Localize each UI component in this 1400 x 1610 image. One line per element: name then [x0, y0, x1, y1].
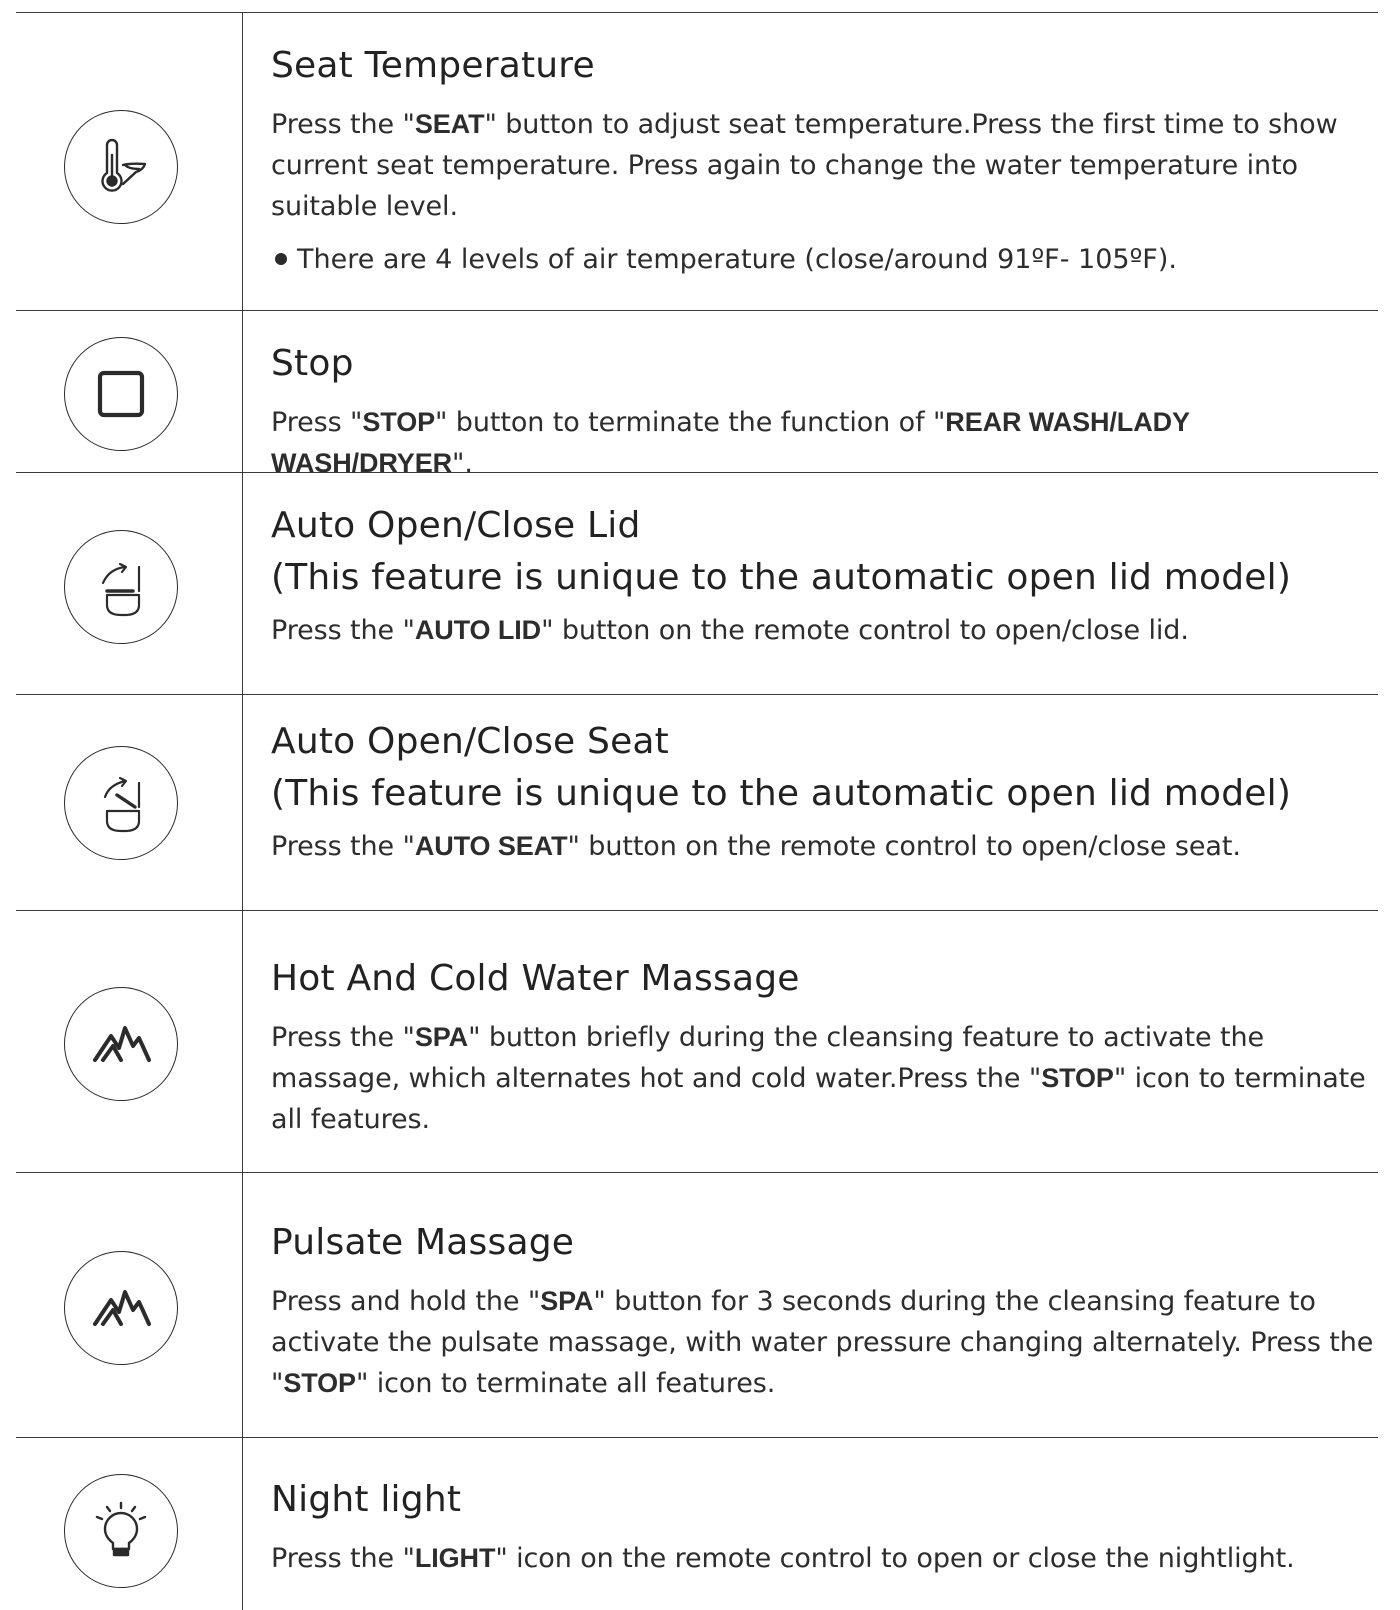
description-text: Press the ": [271, 109, 415, 140]
auto-seat-icon: [64, 746, 178, 860]
feature-description: Press the "SPA" button briefly during th…: [271, 1017, 1386, 1140]
feature-description: Press the "AUTO SEAT" button on the remo…: [271, 826, 1386, 867]
table-top-border: [16, 12, 1378, 13]
feature-subtitle: (This feature is unique to the automatic…: [271, 557, 1292, 598]
bold-keyword: SPA: [414, 1022, 469, 1052]
feature-title: Hot And Cold Water Massage: [271, 958, 800, 999]
night-light-icon: [64, 1474, 178, 1588]
description-text: " button to terminate the function of ": [435, 407, 946, 438]
description-text: Press the ": [271, 831, 415, 862]
bold-keyword: LIGHT: [414, 1543, 496, 1573]
row-divider: [16, 910, 1378, 911]
description-text: Press the ": [271, 1543, 415, 1574]
bold-keyword: STOP: [362, 407, 435, 437]
description-text: " icon to terminate all features.: [355, 1368, 776, 1399]
bold-keyword: AUTO SEAT: [414, 831, 568, 861]
feature-title: Stop: [271, 343, 354, 384]
feature-note-text: There are 4 levels of air temperature (c…: [297, 244, 1177, 275]
feature-subtitle: (This feature is unique to the automatic…: [271, 773, 1292, 814]
description-text: ".: [452, 448, 473, 479]
row-divider: [16, 1172, 1378, 1173]
bold-keyword: SEAT: [414, 109, 485, 139]
feature-description: Press the "LIGHT" icon on the remote con…: [271, 1538, 1386, 1579]
feature-title: Seat Temperature: [271, 45, 595, 86]
table-column-divider: [242, 13, 243, 1610]
bold-keyword: SPA: [540, 1286, 594, 1316]
description-text: Press the ": [271, 615, 415, 646]
row-divider: [16, 694, 1378, 695]
feature-note: There are 4 levels of air temperature (c…: [271, 239, 1386, 280]
feature-description: Press "STOP" button to terminate the fun…: [271, 402, 1386, 484]
feature-description: Press and hold the "SPA" button for 3 se…: [271, 1281, 1386, 1404]
feature-description: Press the "SEAT" button to adjust seat t…: [271, 104, 1386, 227]
description-text: Press and hold the ": [271, 1286, 541, 1317]
bullet-icon: [275, 252, 287, 265]
bold-keyword: AUTO LID: [414, 615, 542, 645]
bold-keyword: STOP: [283, 1368, 356, 1398]
description-text: Press the ": [271, 1022, 415, 1053]
feature-title: Auto Open/Close Lid: [271, 505, 641, 546]
spa-massage-icon: [64, 987, 178, 1101]
row-divider: [16, 310, 1378, 311]
description-text: " button on the remote control to open/c…: [567, 831, 1241, 862]
description-text: " button on the remote control to open/c…: [541, 615, 1189, 646]
row-divider: [16, 1437, 1378, 1438]
description-text: " icon on the remote control to open or …: [495, 1543, 1295, 1574]
auto-lid-icon: [64, 530, 178, 644]
description-text: Press ": [271, 407, 363, 438]
stop-icon: [64, 337, 178, 451]
feature-description: Press the "AUTO LID" button on the remot…: [271, 610, 1386, 651]
seat-temperature-icon: [64, 110, 178, 224]
feature-title: Pulsate Massage: [271, 1222, 575, 1263]
spa-pulsate-icon: [64, 1251, 178, 1365]
feature-title: Night light: [271, 1479, 462, 1520]
feature-title: Auto Open/Close Seat: [271, 721, 669, 762]
bold-keyword: STOP: [1041, 1063, 1114, 1093]
